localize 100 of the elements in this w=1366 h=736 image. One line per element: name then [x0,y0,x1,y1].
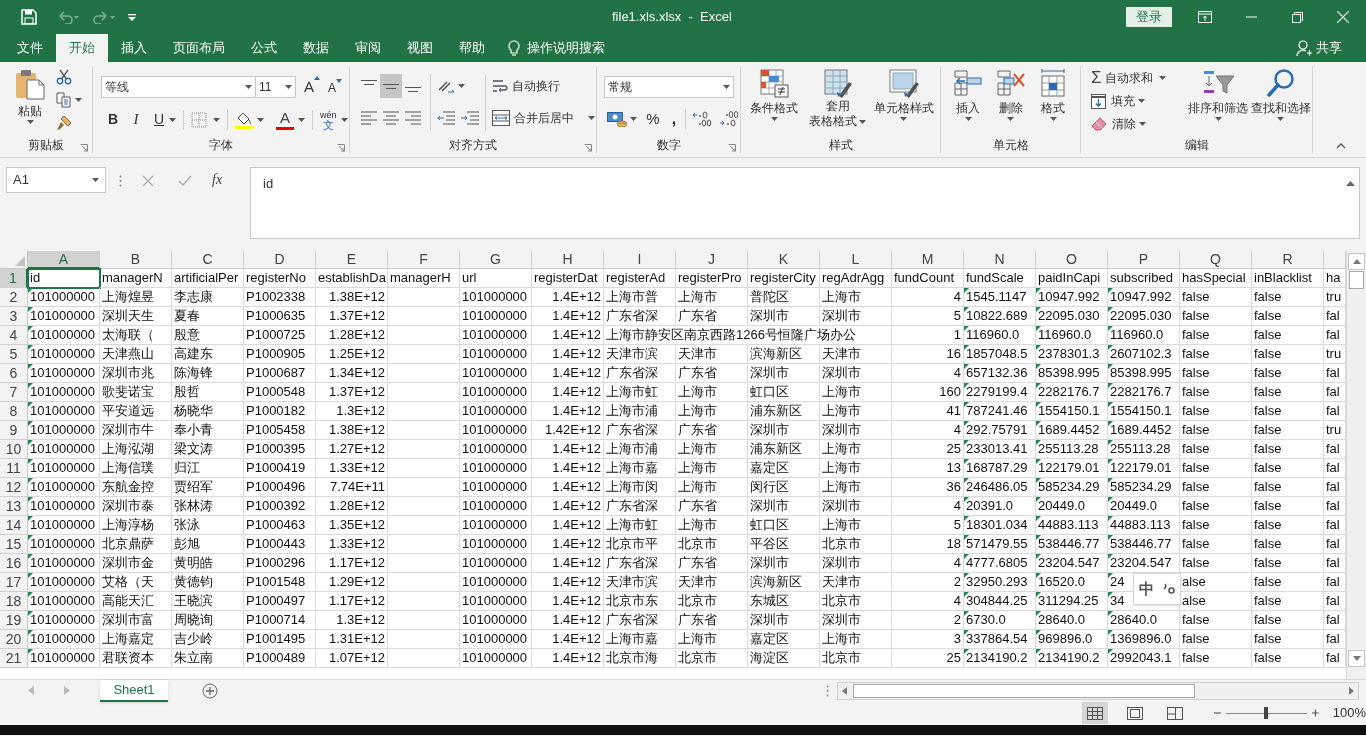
table-cell[interactable]: P1000489 [246,649,306,667]
align-center-icon[interactable] [383,111,399,125]
empty-cell[interactable] [388,535,460,554]
decrease-indent-icon[interactable] [437,111,455,125]
table-cell[interactable]: 滨海新区 [750,345,802,363]
table-cell[interactable]: false [1182,516,1210,534]
table-cell[interactable]: false [1182,402,1210,420]
row-header[interactable]: 10 [0,440,28,459]
table-cell[interactable]: 上海市浦 [606,402,658,420]
table-cell[interactable]: 浦东新区 [750,402,802,420]
table-cell[interactable]: 广东省 [678,611,717,629]
table-cell[interactable]: 4777.6805 [966,554,1028,572]
table-cell[interactable]: url [462,269,477,287]
view-button[interactable] [1082,702,1108,724]
table-cell[interactable]: 奉小青 [174,421,213,439]
table-cell[interactable]: 1.4E+12 [552,630,601,648]
fill-button[interactable]: 填充 [1091,92,1135,110]
table-cell[interactable]: fal [1326,497,1340,515]
table-cell[interactable]: 广东省深 [606,364,658,382]
table-cell[interactable]: registerAd [606,269,666,287]
table-cell[interactable]: 深圳市 [822,364,861,382]
table-cell[interactable]: 101000000 [30,554,96,572]
table-cell[interactable]: 1.4E+12 [552,326,601,344]
table-cell[interactable]: inBlacklist [1254,269,1312,287]
table-cell[interactable]: 张泳 [174,516,200,534]
table-cell[interactable]: false [1182,497,1210,515]
table-cell[interactable]: 王晓滨 [174,592,213,610]
row-header[interactable]: 7 [0,383,28,402]
table-cell[interactable]: 上海嘉定 [102,630,154,648]
bold-button[interactable]: B [103,109,123,130]
table-cell[interactable]: 深圳市 [750,554,789,572]
table-cell[interactable]: 101000000 [462,516,528,534]
table-cell[interactable]: 贾绍军 [174,478,213,496]
increase-font-size-button[interactable]: A [304,76,320,99]
table-cell[interactable]: 101000000 [462,630,528,648]
table-cell[interactable]: 天津市 [678,345,717,363]
table-cell[interactable]: false [1182,649,1210,667]
row-header[interactable]: 2 [0,288,28,307]
table-cell[interactable]: 25 [946,649,961,667]
table-cell[interactable]: 101000000 [462,459,528,477]
table-cell[interactable]: 北京市 [678,535,717,553]
table-cell[interactable]: 1.4E+12 [552,554,601,572]
table-cell[interactable]: 13 [946,459,961,477]
ribbon-tab[interactable]: 公式 [238,34,290,62]
format-painter-icon[interactable] [56,115,72,131]
table-cell[interactable]: 16520.0 [1038,573,1085,591]
table-cell[interactable]: fal [1326,630,1340,648]
table-cell[interactable]: P1000725 [246,326,306,344]
table-cell[interactable]: 4 [953,592,961,610]
empty-cell[interactable] [388,573,460,592]
table-cell[interactable]: false [1254,440,1282,458]
table-cell[interactable]: 101000000 [30,497,96,515]
table-cell[interactable]: 5 [953,307,961,325]
table-cell[interactable]: 1.38E+12 [328,288,385,306]
table-cell[interactable]: 归江 [174,459,200,477]
table-cell[interactable]: P1000687 [246,364,306,382]
table-cell[interactable]: 657132.36 [966,364,1028,382]
table-cell[interactable]: 85398.995 [1110,364,1172,382]
table-cell[interactable]: false [1254,478,1282,496]
scroll-left-icon[interactable] [842,686,847,695]
table-cell[interactable]: 深圳市 [822,307,861,325]
empty-cell[interactable] [388,497,460,516]
table-cell[interactable]: 2134190.2 [966,649,1028,667]
table-cell[interactable]: 君联资本 [102,649,154,667]
table-cell[interactable]: 上海市浦 [606,440,658,458]
table-cell[interactable]: P1000463 [246,516,306,534]
table-cell[interactable]: 101000000 [30,288,96,306]
table-cell[interactable]: fal [1326,478,1340,496]
table-cell[interactable]: 101000000 [30,459,96,477]
dialog-launcher-icon[interactable] [80,144,88,152]
table-cell[interactable]: 北京市 [678,592,717,610]
ribbon-tab[interactable]: 审阅 [342,34,394,62]
punctuation-icon[interactable] [1162,583,1176,595]
table-cell[interactable]: fal [1326,459,1340,477]
dialog-launcher-icon[interactable] [584,144,592,152]
column-header[interactable]: D [244,251,316,269]
decrease-font-size-button[interactable]: A [328,77,343,98]
paste-button[interactable]: 粘贴 [12,68,48,137]
table-cell[interactable]: 101000000 [462,573,528,591]
table-cell[interactable]: 233013.41 [966,440,1028,458]
column-header[interactable]: A [28,251,100,269]
column-header[interactable]: E [316,251,388,269]
column-header[interactable]: L [820,251,892,269]
table-cell[interactable]: registerCity [750,269,816,287]
table-cell[interactable]: 311294.25 [1038,592,1099,610]
table-cell[interactable]: artificialPer [174,269,239,287]
font-color-button[interactable]: A [276,109,294,130]
row-header[interactable]: 5 [0,345,28,364]
table-cell[interactable]: P1000392 [246,497,306,515]
empty-cell[interactable] [388,383,460,402]
table-cell[interactable]: 101000000 [462,535,528,553]
table-cell[interactable]: 246486.05 [966,478,1028,496]
table-cell[interactable]: 20391.0 [966,497,1013,515]
table-cell[interactable]: 上海信璞 [102,459,154,477]
empty-cell[interactable] [388,611,460,630]
table-cell[interactable]: 天津市 [678,573,717,591]
phonetic-guide-button[interactable]: wén 文 [320,109,337,130]
table-cell[interactable]: 梁文涛 [174,440,213,458]
row-header[interactable]: 18 [0,592,28,611]
table-cell[interactable]: 20449.0 [1038,497,1085,515]
